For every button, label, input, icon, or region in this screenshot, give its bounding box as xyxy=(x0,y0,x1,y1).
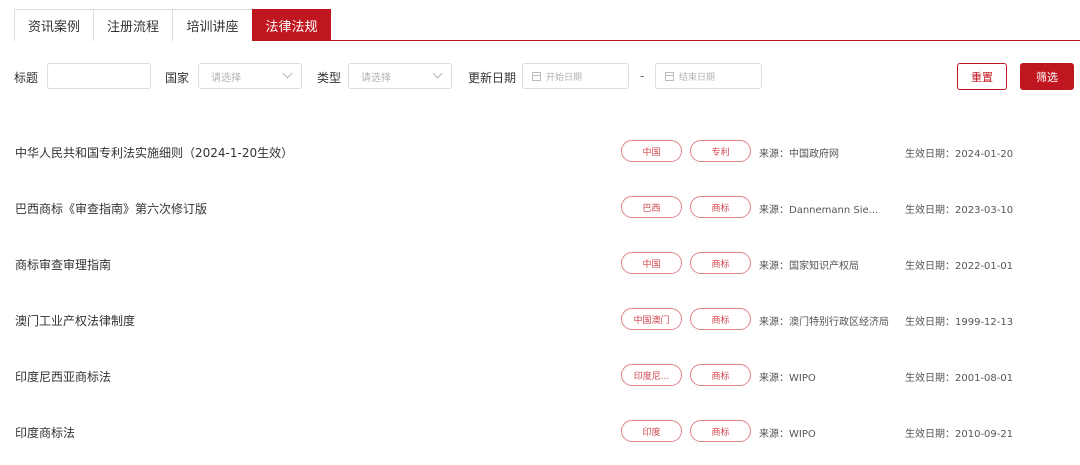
date-range-separator: - xyxy=(640,69,645,83)
start-date-input[interactable]: 开始日期 xyxy=(522,63,629,89)
item-effective-date: 生效日期：2023-03-10 xyxy=(905,205,1014,216)
end-date-placeholder: 结束日期 xyxy=(679,72,716,83)
item-source: 来源：澳门特别行政区经济局 xyxy=(759,317,889,328)
list-item: 商标审查审理指南 中国 商标 来源：国家知识产权局 生效日期：2022-01-0… xyxy=(0,252,1080,276)
item-source: 来源：国家知识产权局 xyxy=(759,261,859,272)
type-tag: 商标 xyxy=(690,420,751,442)
tab-training-lectures[interactable]: 培训讲座 xyxy=(172,9,253,41)
item-source: 来源：Dannemann Sie... xyxy=(759,205,879,216)
item-effective-date: 生效日期：2010-09-21 xyxy=(905,429,1014,440)
end-date-input[interactable]: 结束日期 xyxy=(655,63,762,89)
item-title[interactable]: 印度商标法 xyxy=(15,424,75,441)
calendar-icon xyxy=(532,71,541,81)
type-tag: 商标 xyxy=(690,308,751,330)
list-item: 中华人民共和国专利法实施细则（2024-1-20生效） 中国 专利 来源：中国政… xyxy=(0,140,1080,164)
country-select[interactable]: 请选择 xyxy=(198,63,302,89)
country-tag: 印度 xyxy=(621,420,682,442)
item-source: 来源：WIPO xyxy=(759,373,816,384)
update-date-label: 更新日期 xyxy=(468,71,517,85)
start-date-placeholder: 开始日期 xyxy=(546,72,583,83)
country-select-placeholder: 请选择 xyxy=(211,72,241,84)
list-item: 印度尼西亚商标法 印度尼... 商标 来源：WIPO 生效日期：2001-08-… xyxy=(0,364,1080,388)
title-filter-input[interactable] xyxy=(47,63,151,89)
item-source: 来源：WIPO xyxy=(759,429,816,440)
item-title[interactable]: 澳门工业产权法律制度 xyxy=(15,312,135,329)
tab-registration-process[interactable]: 注册流程 xyxy=(93,9,173,41)
tab-news-cases[interactable]: 资讯案例 xyxy=(14,9,94,41)
country-tag: 中国澳门 xyxy=(621,308,682,330)
list-item: 印度商标法 印度 商标 来源：WIPO 生效日期：2010-09-21 xyxy=(0,420,1080,444)
item-effective-date: 生效日期：2024-01-20 xyxy=(905,149,1014,160)
item-effective-date: 生效日期：1999-12-13 xyxy=(905,317,1014,328)
chevron-down-icon xyxy=(282,68,293,79)
type-tag: 商标 xyxy=(690,364,751,386)
type-tag: 商标 xyxy=(690,252,751,274)
title-filter-label: 标题 xyxy=(14,71,39,85)
list-item: 澳门工业产权法律制度 中国澳门 商标 来源：澳门特别行政区经济局 生效日期：19… xyxy=(0,308,1080,332)
category-tabs: 资讯案例 注册流程 培训讲座 法律法规 xyxy=(14,9,1080,41)
reset-button[interactable]: 重置 xyxy=(957,63,1007,90)
item-title[interactable]: 巴西商标《审查指南》第六次修订版 xyxy=(15,200,207,217)
country-tag: 巴西 xyxy=(621,196,682,218)
filter-button[interactable]: 筛选 xyxy=(1020,63,1074,90)
tab-laws-regulations[interactable]: 法律法规 xyxy=(252,9,331,41)
country-tag: 印度尼... xyxy=(621,364,682,386)
type-tag: 专利 xyxy=(690,140,751,162)
item-effective-date: 生效日期：2001-08-01 xyxy=(905,373,1014,384)
item-effective-date: 生效日期：2022-01-01 xyxy=(905,261,1014,272)
type-select-placeholder: 请选择 xyxy=(361,72,391,84)
item-title[interactable]: 商标审查审理指南 xyxy=(15,256,111,273)
item-title[interactable]: 中华人民共和国专利法实施细则（2024-1-20生效） xyxy=(15,144,293,161)
item-title[interactable]: 印度尼西亚商标法 xyxy=(15,368,111,385)
country-tag: 中国 xyxy=(621,140,682,162)
item-source: 来源：中国政府网 xyxy=(759,149,839,160)
country-filter-label: 国家 xyxy=(165,71,190,85)
type-select[interactable]: 请选择 xyxy=(348,63,452,89)
type-filter-label: 类型 xyxy=(317,71,342,85)
country-tag: 中国 xyxy=(621,252,682,274)
chevron-down-icon xyxy=(432,68,443,79)
type-tag: 商标 xyxy=(690,196,751,218)
list-item: 巴西商标《审查指南》第六次修订版 巴西 商标 来源：Dannemann Sie.… xyxy=(0,196,1080,220)
calendar-icon xyxy=(665,71,674,81)
